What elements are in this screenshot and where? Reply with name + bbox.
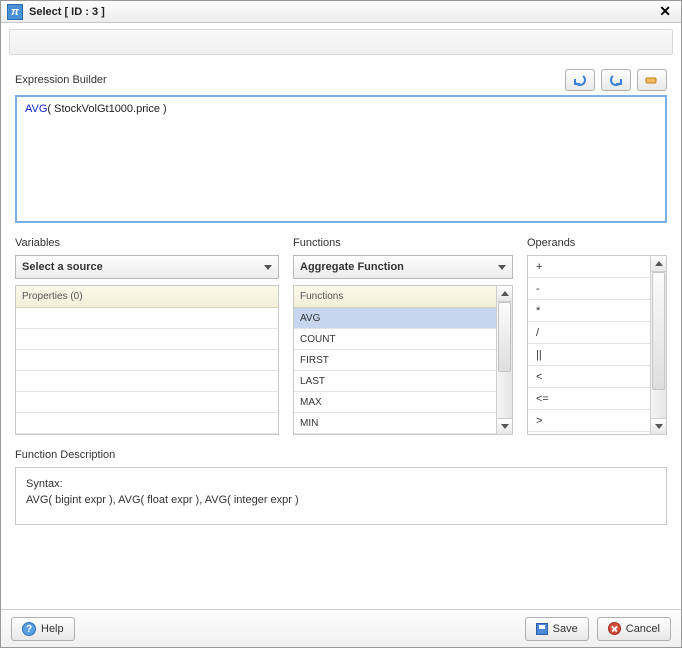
scroll-track[interactable] [651, 272, 666, 418]
eraser-icon [644, 73, 660, 87]
app-pi-icon: π [7, 4, 23, 20]
functions-category-dropdown[interactable]: Aggregate Function [293, 255, 513, 279]
function-item[interactable]: FIRST [294, 350, 496, 371]
variables-column: Variables Select a source Properties (0) [15, 237, 279, 435]
list-row [16, 329, 278, 350]
redo-icon [608, 73, 624, 87]
operands-list-wrap: + - * / || < <= > [527, 255, 667, 435]
help-button-label: Help [41, 623, 64, 635]
window-title: Select [ ID : 3 ] [29, 6, 105, 18]
variables-properties-list: Properties (0) [15, 285, 279, 435]
redo-button[interactable] [601, 69, 631, 91]
help-icon: ? [22, 622, 36, 636]
operand-item[interactable]: <= [528, 388, 650, 410]
close-icon[interactable]: ✕ [655, 3, 675, 20]
list-row [16, 371, 278, 392]
cancel-button-label: Cancel [626, 623, 660, 635]
content-area: Expression Builder AVG( StockVolGt1000.p… [1, 55, 681, 609]
dialog-window: π Select [ ID : 3 ] ✕ Expression Builder… [0, 0, 682, 648]
undo-icon [572, 73, 588, 87]
variables-label: Variables [15, 237, 279, 249]
function-item[interactable]: LAST [294, 371, 496, 392]
footer-bar: ? Help Save Cancel [1, 609, 681, 647]
undo-button[interactable] [565, 69, 595, 91]
cancel-icon [608, 622, 621, 635]
variables-properties-header: Properties (0) [16, 286, 278, 308]
operand-item[interactable]: < [528, 366, 650, 388]
functions-dropdown-text: Aggregate Function [300, 261, 404, 273]
operands-label: Operands [527, 237, 667, 249]
save-button-label: Save [553, 623, 578, 635]
functions-list-wrap: Functions AVG COUNT FIRST LAST MAX MIN S… [293, 285, 513, 435]
functions-label: Functions [293, 237, 513, 249]
title-bar: π Select [ ID : 3 ] ✕ [1, 1, 681, 23]
variables-dropdown-text: Select a source [22, 261, 103, 273]
operand-item[interactable]: * [528, 300, 650, 322]
functions-list-header: Functions [294, 286, 496, 308]
list-row [16, 350, 278, 371]
cancel-button[interactable]: Cancel [597, 617, 671, 641]
operand-item[interactable]: + [528, 256, 650, 278]
chevron-down-icon [498, 265, 506, 270]
triangle-down-icon [501, 424, 509, 429]
list-row [16, 392, 278, 413]
syntax-text: AVG( bigint expr ), AVG( float expr ), A… [26, 494, 656, 506]
operands-scrollbar[interactable] [650, 256, 666, 434]
triangle-down-icon [655, 424, 663, 429]
help-button[interactable]: ? Help [11, 617, 75, 641]
scroll-up-button[interactable] [651, 256, 666, 272]
save-button[interactable]: Save [525, 617, 589, 641]
scroll-thumb[interactable] [652, 272, 665, 390]
scroll-down-button[interactable] [651, 418, 666, 434]
operands-list: + - * / || < <= > [528, 256, 650, 434]
function-item[interactable]: COUNT [294, 329, 496, 350]
scroll-track[interactable] [497, 302, 512, 418]
function-description-label: Function Description [15, 449, 667, 461]
expression-argument: StockVolGt1000.price [54, 103, 160, 115]
save-icon [536, 623, 548, 635]
triangle-up-icon [501, 291, 509, 296]
syntax-label: Syntax: [26, 478, 656, 490]
expression-function: AVG [25, 103, 47, 115]
function-item[interactable]: MIN [294, 413, 496, 434]
function-description-box: Syntax: AVG( bigint expr ), AVG( float e… [15, 467, 667, 525]
operand-item[interactable]: > [528, 410, 650, 432]
expression-toolbar [565, 69, 667, 91]
operand-item[interactable]: || [528, 344, 650, 366]
expression-editor[interactable]: AVG( StockVolGt1000.price ) [15, 95, 667, 223]
columns-row: Variables Select a source Properties (0)… [15, 237, 667, 435]
operands-column: Operands + - * / || < <= > [527, 237, 667, 435]
expression-header: Expression Builder [15, 69, 667, 91]
toolbar-strip [9, 29, 673, 55]
clear-button[interactable] [637, 69, 667, 91]
scroll-up-button[interactable] [497, 286, 512, 302]
operand-item[interactable]: - [528, 278, 650, 300]
function-item[interactable]: MAX [294, 392, 496, 413]
list-row [16, 413, 278, 434]
functions-scrollbar[interactable] [496, 286, 512, 434]
functions-list: Functions AVG COUNT FIRST LAST MAX MIN S… [294, 286, 496, 434]
list-row [16, 308, 278, 329]
scroll-down-button[interactable] [497, 418, 512, 434]
triangle-up-icon [655, 261, 663, 266]
chevron-down-icon [264, 265, 272, 270]
scroll-thumb[interactable] [498, 302, 511, 372]
variables-source-dropdown[interactable]: Select a source [15, 255, 279, 279]
expression-builder-label: Expression Builder [15, 74, 107, 86]
expression-close-paren: ) [160, 103, 167, 115]
operand-item[interactable]: / [528, 322, 650, 344]
function-item[interactable]: AVG [294, 308, 496, 329]
functions-column: Functions Aggregate Function Functions A… [293, 237, 513, 435]
